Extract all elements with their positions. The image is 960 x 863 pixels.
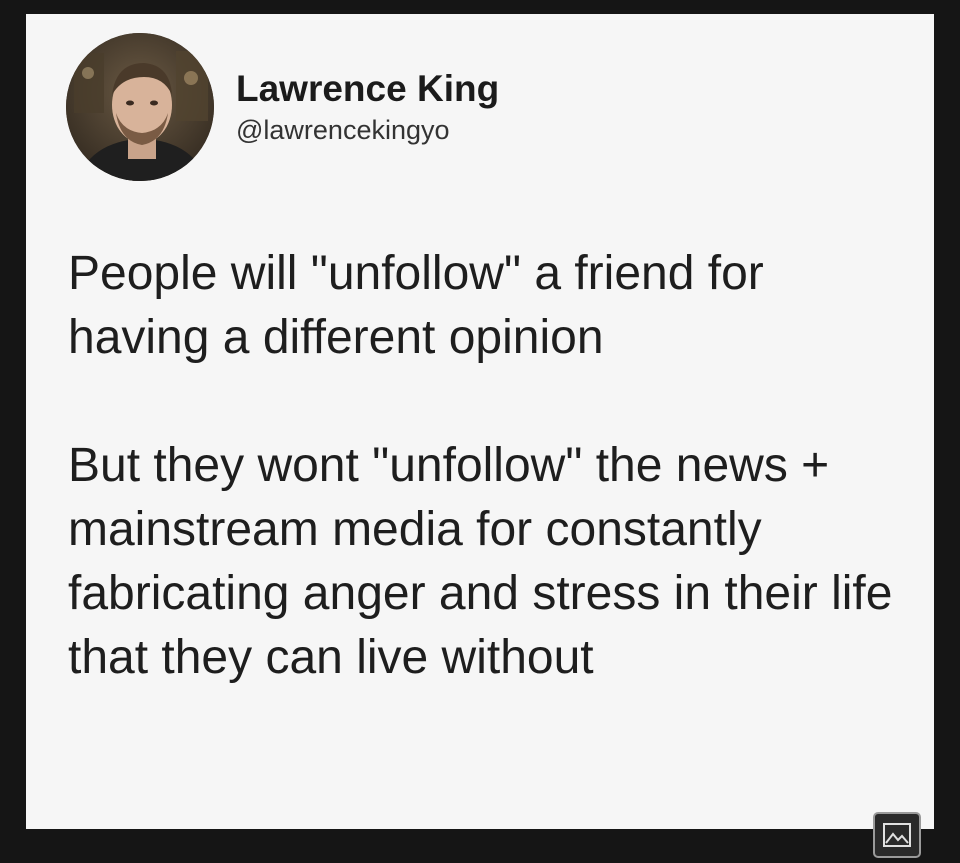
author-handle[interactable]: @lawrencekingyo [236,113,499,147]
tweet-card: Lawrence King @lawrencekingyo People wil… [26,14,934,829]
avatar-photo-icon [66,33,214,181]
tweet-header: Lawrence King @lawrencekingyo [66,32,499,182]
tweet-paragraph: But they wont "unfollow" the news + main… [68,439,893,684]
tweet-paragraph: People will "unfollow" a friend for havi… [68,247,764,364]
tweet-text: People will "unfollow" a friend for havi… [68,242,918,690]
screenshot-frame: Lawrence King @lawrencekingyo People wil… [0,0,960,863]
author-identity: Lawrence King @lawrencekingyo [236,67,499,147]
image-badge[interactable] [873,812,921,858]
avatar[interactable] [66,33,214,181]
image-icon [883,823,911,847]
author-name[interactable]: Lawrence King [236,67,499,111]
